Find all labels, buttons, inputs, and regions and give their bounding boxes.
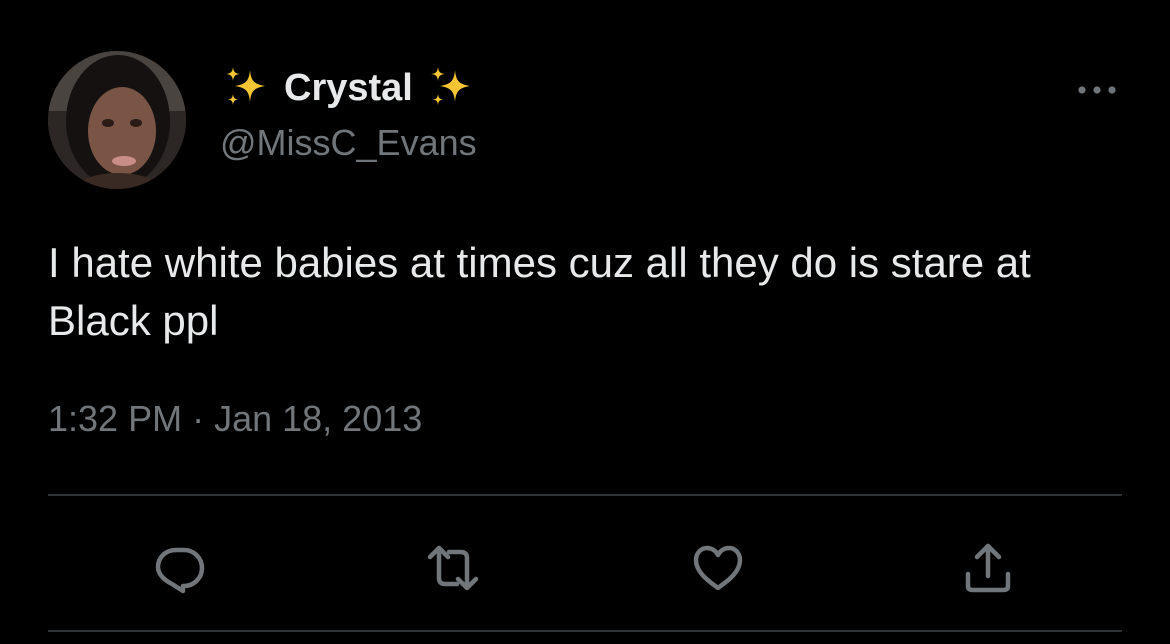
reply-button[interactable]	[152, 540, 208, 596]
display-name-text: Crystal	[284, 66, 413, 109]
avatar-photo	[48, 51, 186, 189]
tweet-text: I hate white babies at times cuz all the…	[48, 239, 1031, 344]
tweet-time: 1:32 PM	[48, 398, 183, 439]
more-icon[interactable]	[1074, 76, 1120, 104]
tweet-timestamp[interactable]: 1:32 PM · Jan 18, 2013	[48, 398, 422, 440]
like-button[interactable]	[690, 540, 746, 596]
tweet-date: Jan 18, 2013	[214, 398, 423, 439]
share-icon	[965, 543, 1011, 593]
timestamp-separator: ·	[192, 398, 205, 439]
divider	[48, 630, 1122, 632]
sparkles-icon	[430, 67, 470, 105]
reply-icon	[155, 547, 205, 594]
retweet-icon	[427, 545, 479, 591]
avatar[interactable]	[48, 51, 186, 189]
share-button[interactable]	[960, 540, 1016, 596]
divider	[48, 494, 1122, 496]
user-handle[interactable]: @MissC_Evans	[220, 122, 477, 164]
display-name[interactable]: Crystal	[220, 62, 477, 114]
retweet-button[interactable]	[425, 540, 481, 596]
like-icon	[693, 545, 743, 591]
sparkles-icon	[226, 67, 265, 105]
more-icon-glyph	[1078, 86, 1116, 94]
